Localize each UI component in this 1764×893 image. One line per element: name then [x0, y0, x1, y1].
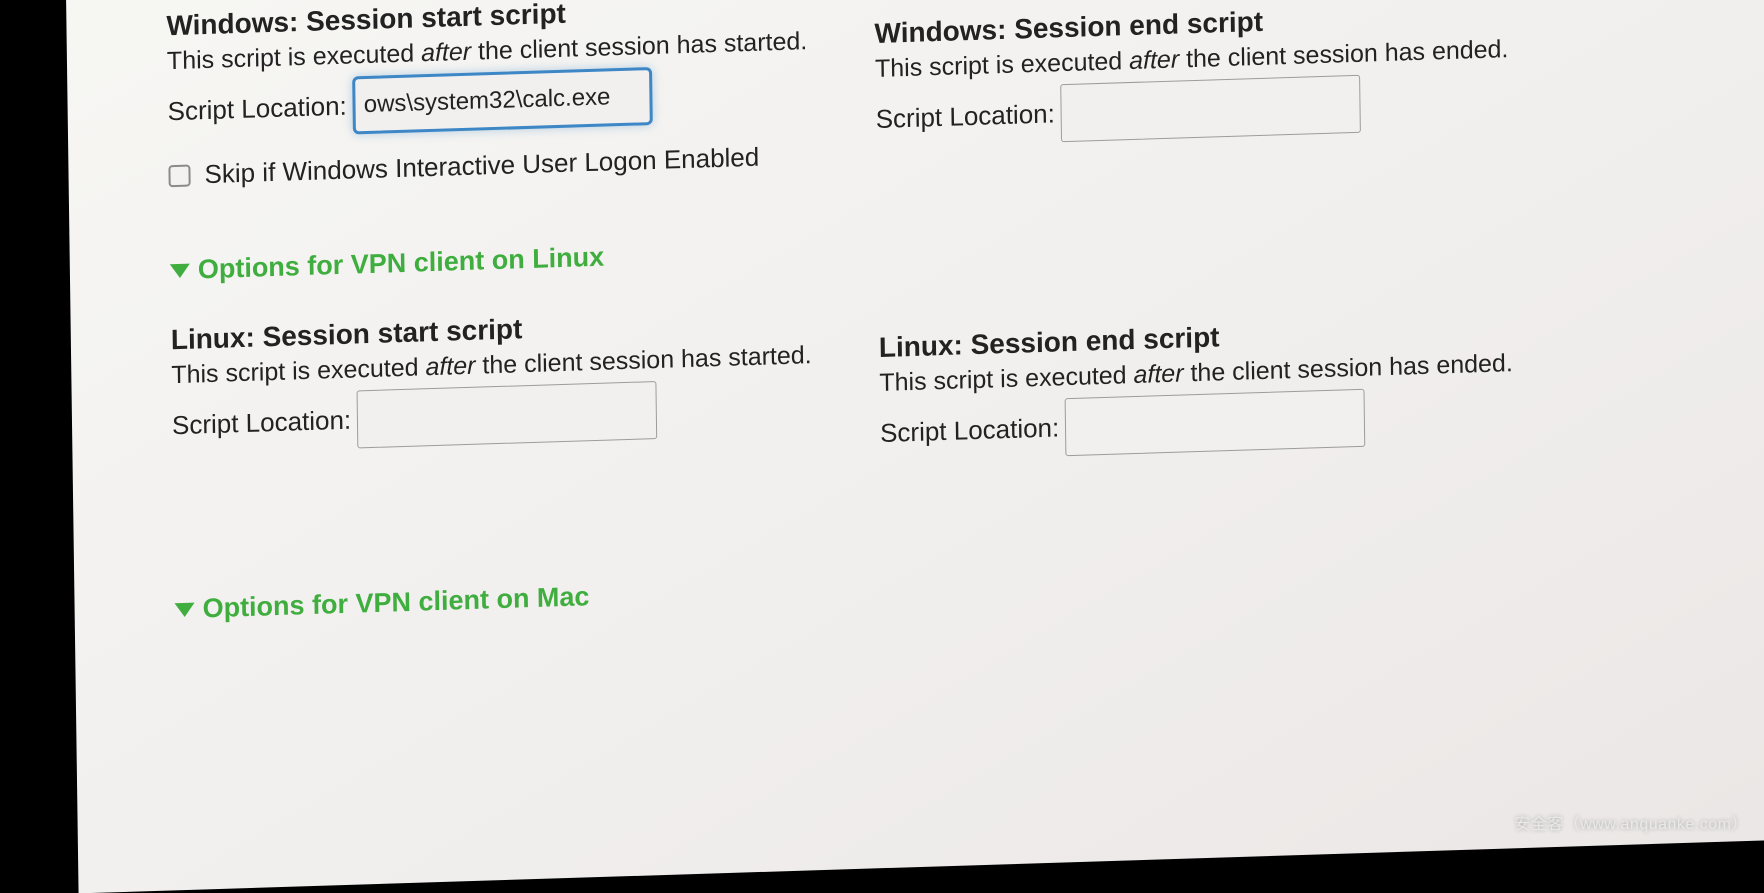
- windows-start-desc-b: the client session has started.: [471, 27, 808, 66]
- linux-start-desc-b: the client session has started.: [475, 341, 812, 380]
- skip-logon-line[interactable]: Skip if Windows Interactive User Logon E…: [168, 140, 828, 192]
- windows-start-loc-line: Script Location:: [167, 62, 827, 141]
- linux-start-loc-label: Script Location:: [172, 404, 352, 441]
- windows-end-loc-label: Script Location:: [875, 98, 1055, 135]
- windows-end-loc-line: Script Location:: [875, 70, 1515, 148]
- linux-end-block: Linux: Session end script This script is…: [879, 310, 1521, 462]
- linux-row: Linux: Session start script This script …: [171, 270, 1764, 485]
- windows-start-desc-after: after: [421, 38, 471, 68]
- linux-start-block: Linux: Session start script This script …: [171, 302, 833, 485]
- windows-end-block: Windows: Session end script This script …: [874, 0, 1516, 169]
- windows-start-block: Windows: Session start script This scrip…: [166, 0, 828, 191]
- windows-start-desc-a: This script is executed: [167, 39, 422, 75]
- vpn-linux-toggle[interactable]: Options for VPN client on Linux: [170, 242, 605, 287]
- linux-start-desc-after: after: [425, 352, 475, 382]
- chevron-down-icon: [170, 263, 190, 278]
- skip-logon-checkbox[interactable]: [168, 164, 190, 187]
- linux-start-script-input[interactable]: [357, 381, 658, 448]
- windows-end-desc-b: the client session has ended.: [1179, 35, 1509, 73]
- linux-start-loc-line: Script Location:: [172, 376, 832, 455]
- linux-end-desc-b: the client session has ended.: [1183, 349, 1513, 387]
- skip-logon-label: Skip if Windows Interactive User Logon E…: [204, 142, 759, 190]
- linux-end-loc-label: Script Location:: [880, 412, 1060, 449]
- windows-start-loc-label: Script Location:: [167, 90, 347, 127]
- linux-end-script-input[interactable]: [1065, 389, 1366, 456]
- linux-start-desc-a: This script is executed: [171, 353, 426, 389]
- chevron-down-icon: [175, 602, 195, 617]
- linux-end-loc-line: Script Location:: [880, 384, 1520, 462]
- windows-start-script-input[interactable]: [352, 67, 653, 134]
- source-watermark: 安全客（www.anquanke.com）: [1514, 810, 1748, 834]
- vpn-mac-toggle-label: Options for VPN client on Mac: [202, 581, 589, 624]
- vpn-linux-toggle-label: Options for VPN client on Linux: [198, 242, 605, 286]
- windows-end-desc-after: after: [1129, 45, 1179, 75]
- windows-end-script-input[interactable]: [1060, 75, 1361, 142]
- linux-end-desc-a: This script is executed: [879, 361, 1134, 397]
- linux-end-desc-after: after: [1133, 359, 1183, 389]
- vpn-mac-toggle[interactable]: Options for VPN client on Mac: [174, 581, 589, 625]
- windows-row: Windows: Session start script This scrip…: [166, 0, 1764, 191]
- windows-end-desc-a: This script is executed: [875, 47, 1130, 83]
